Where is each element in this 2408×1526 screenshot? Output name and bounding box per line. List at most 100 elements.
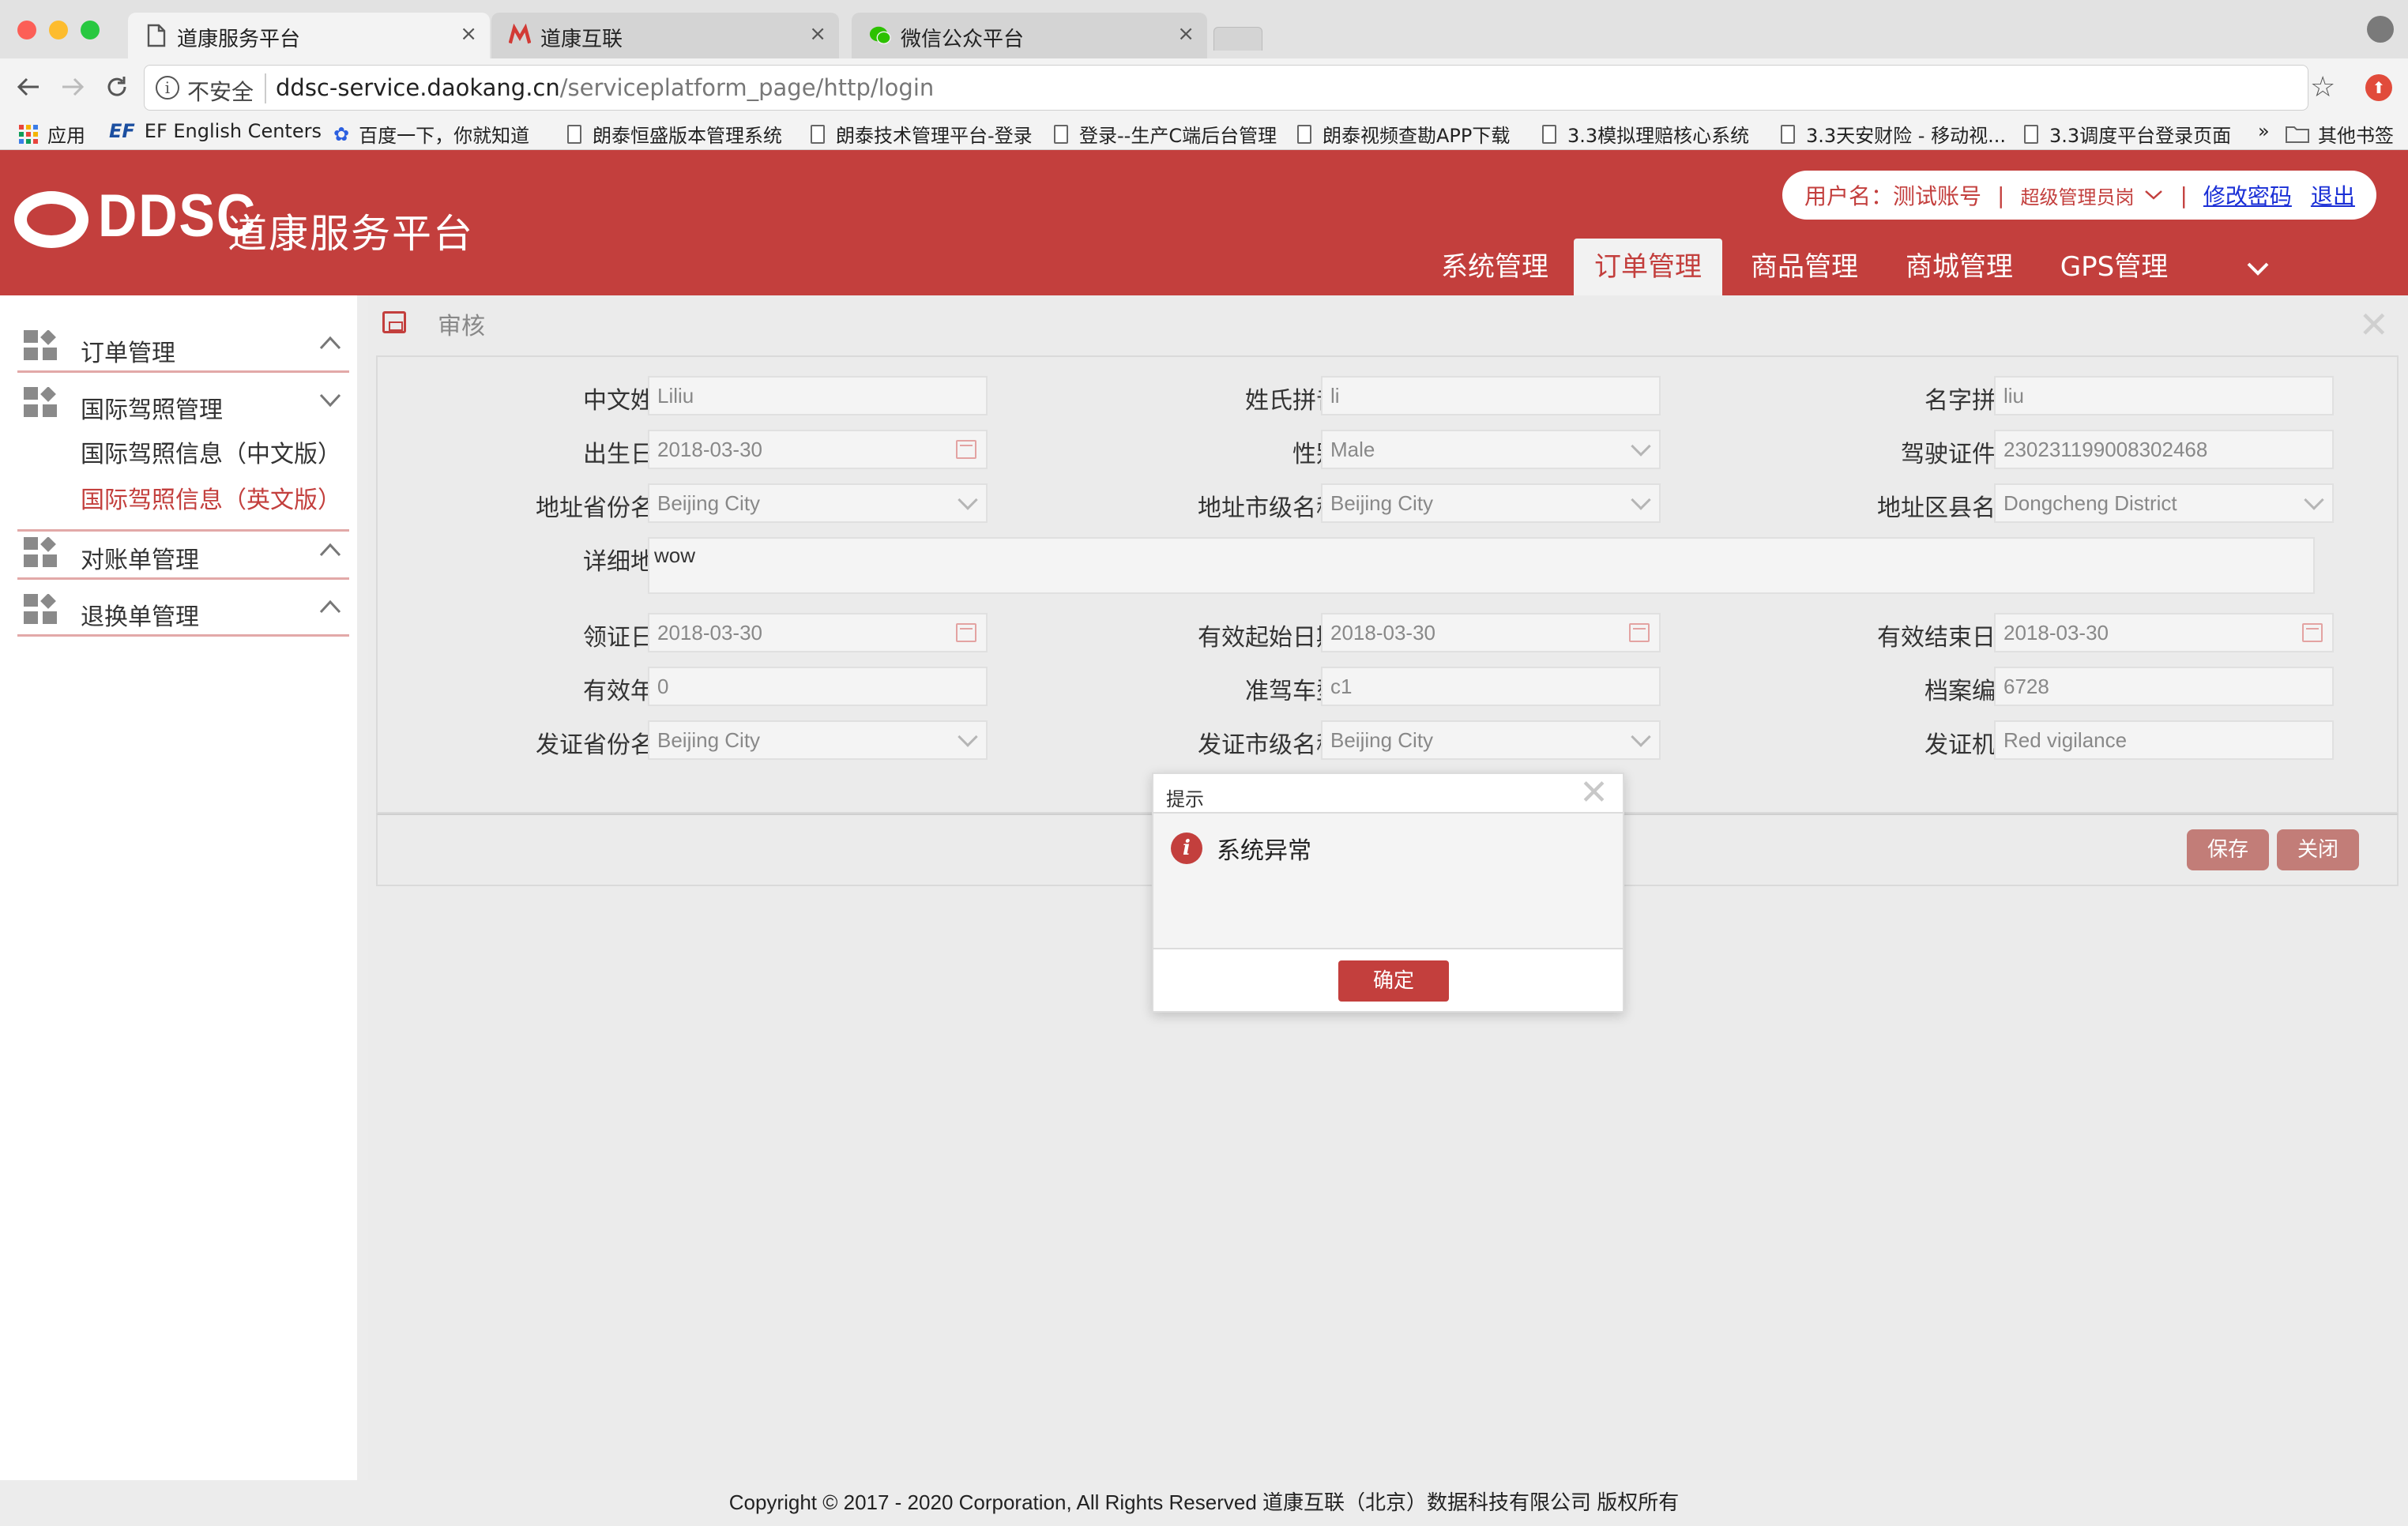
sidebar-group-returns[interactable]: 退换单管理 [17, 583, 349, 637]
address-bar[interactable]: i 不安全 ddsc-service.daokang.cn/servicepla… [144, 65, 2308, 111]
forward-arrow-icon[interactable] [54, 68, 92, 106]
bookmark-item[interactable]: 3.3天安财险 - 移动视... [1781, 120, 2006, 148]
logout-link[interactable]: 退出 [2311, 179, 2355, 211]
gender-select[interactable]: Male [1321, 430, 1661, 469]
sidebar-item-intl-license-cn[interactable]: 国际驾照信息（中文版） [81, 434, 341, 469]
surname-pinyin-field[interactable]: li [1321, 376, 1661, 415]
chinese-name-field[interactable]: Liliu [648, 376, 988, 415]
apps-grid-icon [19, 124, 38, 144]
bookmark-item[interactable]: 朗泰技术管理平台-登录 [811, 120, 1033, 148]
address-province-select[interactable]: Beijing City [648, 483, 988, 523]
given-pinyin-field[interactable]: liu [1994, 376, 2334, 415]
bookmark-item[interactable]: 登录--生产C端后台管理 [1054, 120, 1277, 148]
bookmarks-overflow-button[interactable]: » [2258, 120, 2270, 142]
dialog-close-icon[interactable]: ✕ [1579, 776, 1608, 810]
birth-date-field[interactable]: 2018-03-30 [648, 430, 988, 469]
bookmark-apps[interactable]: 应用 [19, 120, 85, 148]
issuing-authority-field[interactable]: Red vigilance [1994, 720, 2334, 760]
vehicle-class-field[interactable]: c1 [1321, 667, 1661, 706]
panel-close-icon[interactable]: ✕ [2358, 306, 2389, 343]
save-disk-icon [382, 311, 406, 333]
issue-date-field[interactable]: 2018-03-30 [648, 613, 988, 652]
nav-system-management[interactable]: 系统管理 [1428, 239, 1561, 295]
address-district-select[interactable]: Dongcheng District [1994, 483, 2334, 523]
window-close-button[interactable] [17, 21, 36, 39]
confirm-button[interactable]: 确定 [1338, 960, 1449, 1002]
sidebar-group-orders[interactable]: 订单管理 [17, 319, 349, 373]
bookmark-item[interactable]: 朗泰视频查勘APP下载 [1297, 120, 1510, 148]
dialog-header: 提示 ✕ [1153, 774, 1623, 814]
wechat-icon [869, 26, 891, 44]
close-button[interactable]: 关闭 [2277, 829, 2359, 870]
url-path: /serviceplatform_page/http/login [559, 74, 935, 101]
file-no-field[interactable]: 6728 [1994, 667, 2334, 706]
valid-end-date-field[interactable]: 2018-03-30 [1994, 613, 2334, 652]
tab-close-icon[interactable]: × [1177, 22, 1195, 46]
calendar-icon[interactable] [2302, 623, 2323, 642]
chevron-up-icon [319, 543, 341, 557]
nav-order-management[interactable]: 订单管理 [1574, 239, 1722, 295]
bookmark-item[interactable]: 朗泰恒盛版本管理系统 [567, 120, 782, 148]
calendar-icon[interactable] [956, 440, 976, 459]
sidebar-group-statements[interactable]: 对账单管理 [17, 526, 349, 580]
grid-icon [24, 537, 57, 567]
bookmark-ef[interactable]: EF EF English Centers [109, 120, 322, 142]
sidebar-group-intl-license[interactable]: 国际驾照管理 [17, 376, 349, 430]
chevron-down-icon[interactable] [2143, 189, 2164, 201]
issue-city-select[interactable]: Beijing City [1321, 720, 1661, 760]
ef-logo-icon: EF [109, 120, 135, 142]
tab-close-icon[interactable]: × [809, 22, 826, 46]
bookmark-star-icon[interactable]: ☆ [2310, 71, 2335, 103]
bookmark-label: 百度一下，你就知道 [359, 125, 530, 147]
page-icon [567, 124, 581, 144]
issue-province-select[interactable]: Beijing City [648, 720, 988, 760]
page-icon [1297, 124, 1311, 144]
back-arrow-icon[interactable] [9, 68, 47, 106]
valid-start-date-field[interactable]: 2018-03-30 [1321, 613, 1661, 652]
detail-address-textarea[interactable]: wow [648, 537, 2315, 594]
browser-tab-daokang-hulian[interactable]: 道康互联 × [491, 13, 839, 58]
nav-mall-management[interactable]: 商城管理 [1890, 239, 2029, 295]
chevron-down-icon [1631, 490, 1651, 510]
reload-icon[interactable] [98, 68, 136, 106]
url-text[interactable]: ddsc-service.daokang.cn/serviceplatform_… [276, 74, 934, 101]
bookmark-label: 朗泰恒盛版本管理系统 [593, 125, 782, 147]
valid-years-field[interactable]: 0 [648, 667, 988, 706]
save-button[interactable]: 保存 [2187, 829, 2269, 870]
nav-product-management[interactable]: 商品管理 [1735, 239, 1874, 295]
window-zoom-button[interactable] [81, 21, 100, 39]
license-no-field[interactable]: 230231199008302468 [1994, 430, 2334, 469]
bookmark-item[interactable]: 3.3模拟理赔核心系统 [1542, 120, 1749, 148]
field-value: Beijing City [657, 491, 761, 515]
profile-avatar-icon[interactable] [2367, 16, 2394, 43]
nav-more-chevron-icon[interactable] [2242, 253, 2274, 284]
browser-tab-daokang-service[interactable]: 道康服务平台 × [128, 13, 490, 58]
change-password-link[interactable]: 修改密码 [2203, 179, 2292, 211]
chevron-down-icon [319, 393, 341, 408]
extension-icon[interactable]: ⬆ [2365, 74, 2392, 101]
field-value: 2018-03-30 [1330, 621, 1435, 645]
tab-close-icon[interactable]: × [460, 22, 477, 46]
baidu-paw-icon: ✿ [333, 122, 350, 145]
info-icon[interactable]: i [156, 76, 179, 100]
window-minimize-button[interactable] [49, 21, 68, 39]
nav-gps-management[interactable]: GPS管理 [2045, 239, 2184, 295]
bookmark-baidu[interactable]: ✿ 百度一下，你就知道 [333, 120, 529, 148]
page-icon [811, 124, 825, 144]
calendar-icon[interactable] [956, 623, 976, 642]
page-icon [1542, 124, 1556, 144]
panel-title: 审核 [438, 313, 485, 340]
other-bookmarks[interactable]: 其他书签 [2285, 120, 2394, 148]
field-value: 2018-03-30 [657, 438, 762, 461]
logo-subtitle: 道康服务平台 [228, 211, 474, 257]
sidebar-item-intl-license-en[interactable]: 国际驾照信息（英文版） [81, 480, 341, 515]
bookmark-item[interactable]: 3.3调度平台登录页面 [2024, 120, 2231, 148]
address-city-select[interactable]: Beijing City [1321, 483, 1661, 523]
license-form: 中文姓名： Liliu 姓氏拼音： li 名字拼音： liu 出生日期： 201… [376, 355, 2399, 814]
role-select[interactable]: 超级管理员岗 [2020, 182, 2134, 209]
browser-toolbar: i 不安全 ddsc-service.daokang.cn/servicepla… [0, 58, 2408, 117]
new-tab-button[interactable] [1213, 27, 1262, 51]
calendar-icon[interactable] [1629, 623, 1650, 642]
bookmark-label: 3.3模拟理赔核心系统 [1567, 125, 1750, 147]
browser-tab-wechat[interactable]: 微信公众平台 × [852, 13, 1207, 58]
